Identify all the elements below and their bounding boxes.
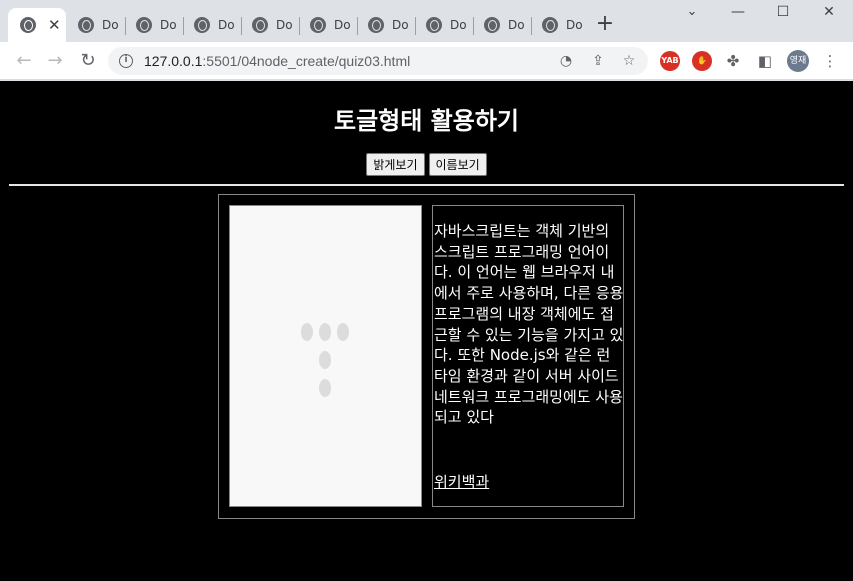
tab-strip: ✕ Do Do Do Do Do Do Do Do Do + ⌄ — ☐ ✕ xyxy=(0,0,853,42)
adblock-extension-icon[interactable]: ✋ xyxy=(692,51,712,71)
extensions-puzzle-icon[interactable]: ✤ xyxy=(723,51,743,71)
browser-toolbar: ← → ↻ i 127.0.0.1:5501/04node_create/qui… xyxy=(0,42,853,80)
forward-icon[interactable]: → xyxy=(43,49,67,73)
button-row: 밝게보기 이름보기 xyxy=(0,153,853,176)
globe-icon xyxy=(426,17,442,33)
profile-avatar[interactable]: 영재 xyxy=(787,50,809,72)
globe-icon xyxy=(310,17,326,33)
page-viewport: 토글형태 활용하기 밝게보기 이름보기 xyxy=(0,81,853,581)
tab[interactable]: Do xyxy=(472,8,530,42)
divider xyxy=(9,184,844,186)
close-tab-icon[interactable]: ✕ xyxy=(48,16,61,34)
address-bar[interactable]: i 127.0.0.1:5501/04node_create/quiz03.ht… xyxy=(108,47,648,75)
globe-icon xyxy=(20,17,36,33)
wikipedia-link[interactable]: 위키백과 xyxy=(434,471,489,492)
back-icon[interactable]: ← xyxy=(12,49,36,73)
globe-icon xyxy=(78,17,94,33)
share-icon[interactable]: ⇪ xyxy=(588,51,608,71)
tab-search-icon[interactable]: ⌄ xyxy=(680,4,704,19)
minimize-button[interactable]: — xyxy=(726,4,750,20)
tab[interactable]: Do xyxy=(124,8,182,42)
page-title: 토글형태 활용하기 xyxy=(334,107,519,135)
globe-icon xyxy=(194,17,210,33)
tab[interactable]: Do xyxy=(182,8,240,42)
more-menu-icon[interactable]: ⋮ xyxy=(820,51,840,71)
performance-icon[interactable]: ◔ xyxy=(556,51,576,71)
loading-dot xyxy=(301,323,313,341)
yab-extension-icon[interactable]: YAB xyxy=(660,51,680,71)
new-tab-button[interactable]: + xyxy=(594,13,616,35)
tab[interactable]: Do xyxy=(298,8,356,42)
close-window-button[interactable]: ✕ xyxy=(817,4,841,20)
globe-icon xyxy=(542,17,558,33)
tab[interactable]: Do xyxy=(530,8,588,42)
loading-dot xyxy=(337,323,349,341)
loading-dot xyxy=(319,323,331,341)
globe-icon xyxy=(484,17,500,33)
tab[interactable]: Do xyxy=(356,8,414,42)
description-box: 자바스크립트는 객체 기반의 스크립트 프로그래밍 언어이다. 이 언어는 웹 … xyxy=(432,205,624,507)
tab-active[interactable]: ✕ xyxy=(8,8,66,42)
tab[interactable]: Do xyxy=(414,8,472,42)
description-text: 자바스크립트는 객체 기반의 스크립트 프로그래밍 언어이다. 이 언어는 웹 … xyxy=(434,222,624,427)
bookmark-star-icon[interactable]: ☆ xyxy=(619,51,639,71)
name-view-button[interactable]: 이름보기 xyxy=(428,153,487,176)
globe-icon xyxy=(368,17,384,33)
image-placeholder xyxy=(229,205,422,507)
globe-icon xyxy=(136,17,152,33)
bright-view-button[interactable]: 밝게보기 xyxy=(366,153,425,176)
side-panel-icon[interactable]: ◧ xyxy=(755,51,775,71)
loading-dot xyxy=(319,351,331,369)
site-info-icon[interactable]: i xyxy=(119,54,133,68)
maximize-button[interactable]: ☐ xyxy=(771,4,795,20)
url-text[interactable]: 127.0.0.1:5501/04node_create/quiz03.html xyxy=(144,53,410,69)
tab[interactable]: Do xyxy=(240,8,298,42)
tab[interactable]: Do xyxy=(66,8,124,42)
loading-dot xyxy=(319,379,331,397)
globe-icon xyxy=(252,17,268,33)
reload-icon[interactable]: ↻ xyxy=(76,49,100,73)
